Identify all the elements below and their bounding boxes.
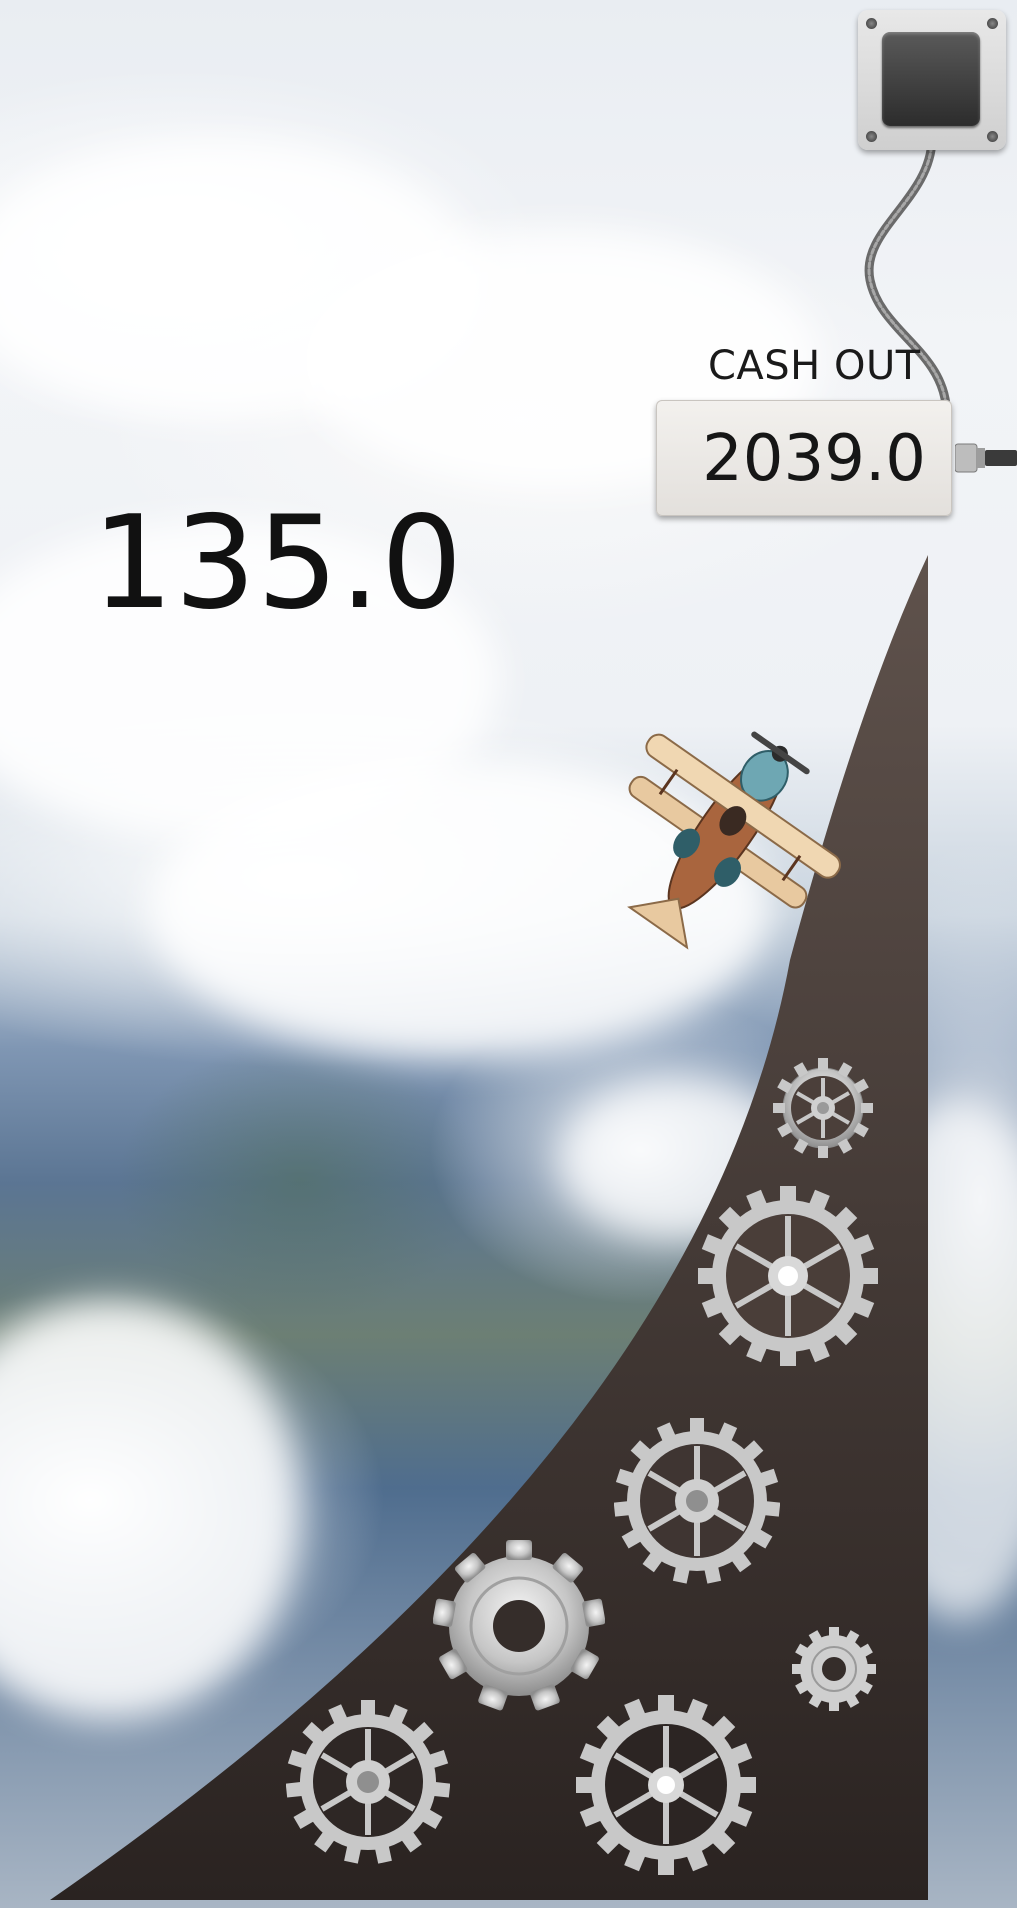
cash-out-push-button[interactable] xyxy=(858,10,1006,150)
cable-connector-icon xyxy=(955,443,1017,473)
cash-out-value: 2039.0 xyxy=(702,422,926,496)
gear-icon xyxy=(698,1186,878,1366)
gear-icon xyxy=(433,1540,605,1712)
screw-icon xyxy=(987,131,998,142)
push-button-icon[interactable] xyxy=(882,32,980,126)
gear-icon xyxy=(773,1058,873,1158)
gear-icon xyxy=(792,1627,876,1711)
screw-icon xyxy=(866,131,877,142)
gear-icon xyxy=(576,1695,756,1875)
gear-icon xyxy=(286,1700,450,1864)
cash-out-label: CASH OUT xyxy=(708,343,921,389)
cash-out-button[interactable]: 2039.0 xyxy=(656,400,952,516)
gear-icon xyxy=(614,1418,780,1584)
screw-icon xyxy=(866,18,877,29)
screw-icon xyxy=(987,18,998,29)
biplane-icon xyxy=(627,731,841,950)
